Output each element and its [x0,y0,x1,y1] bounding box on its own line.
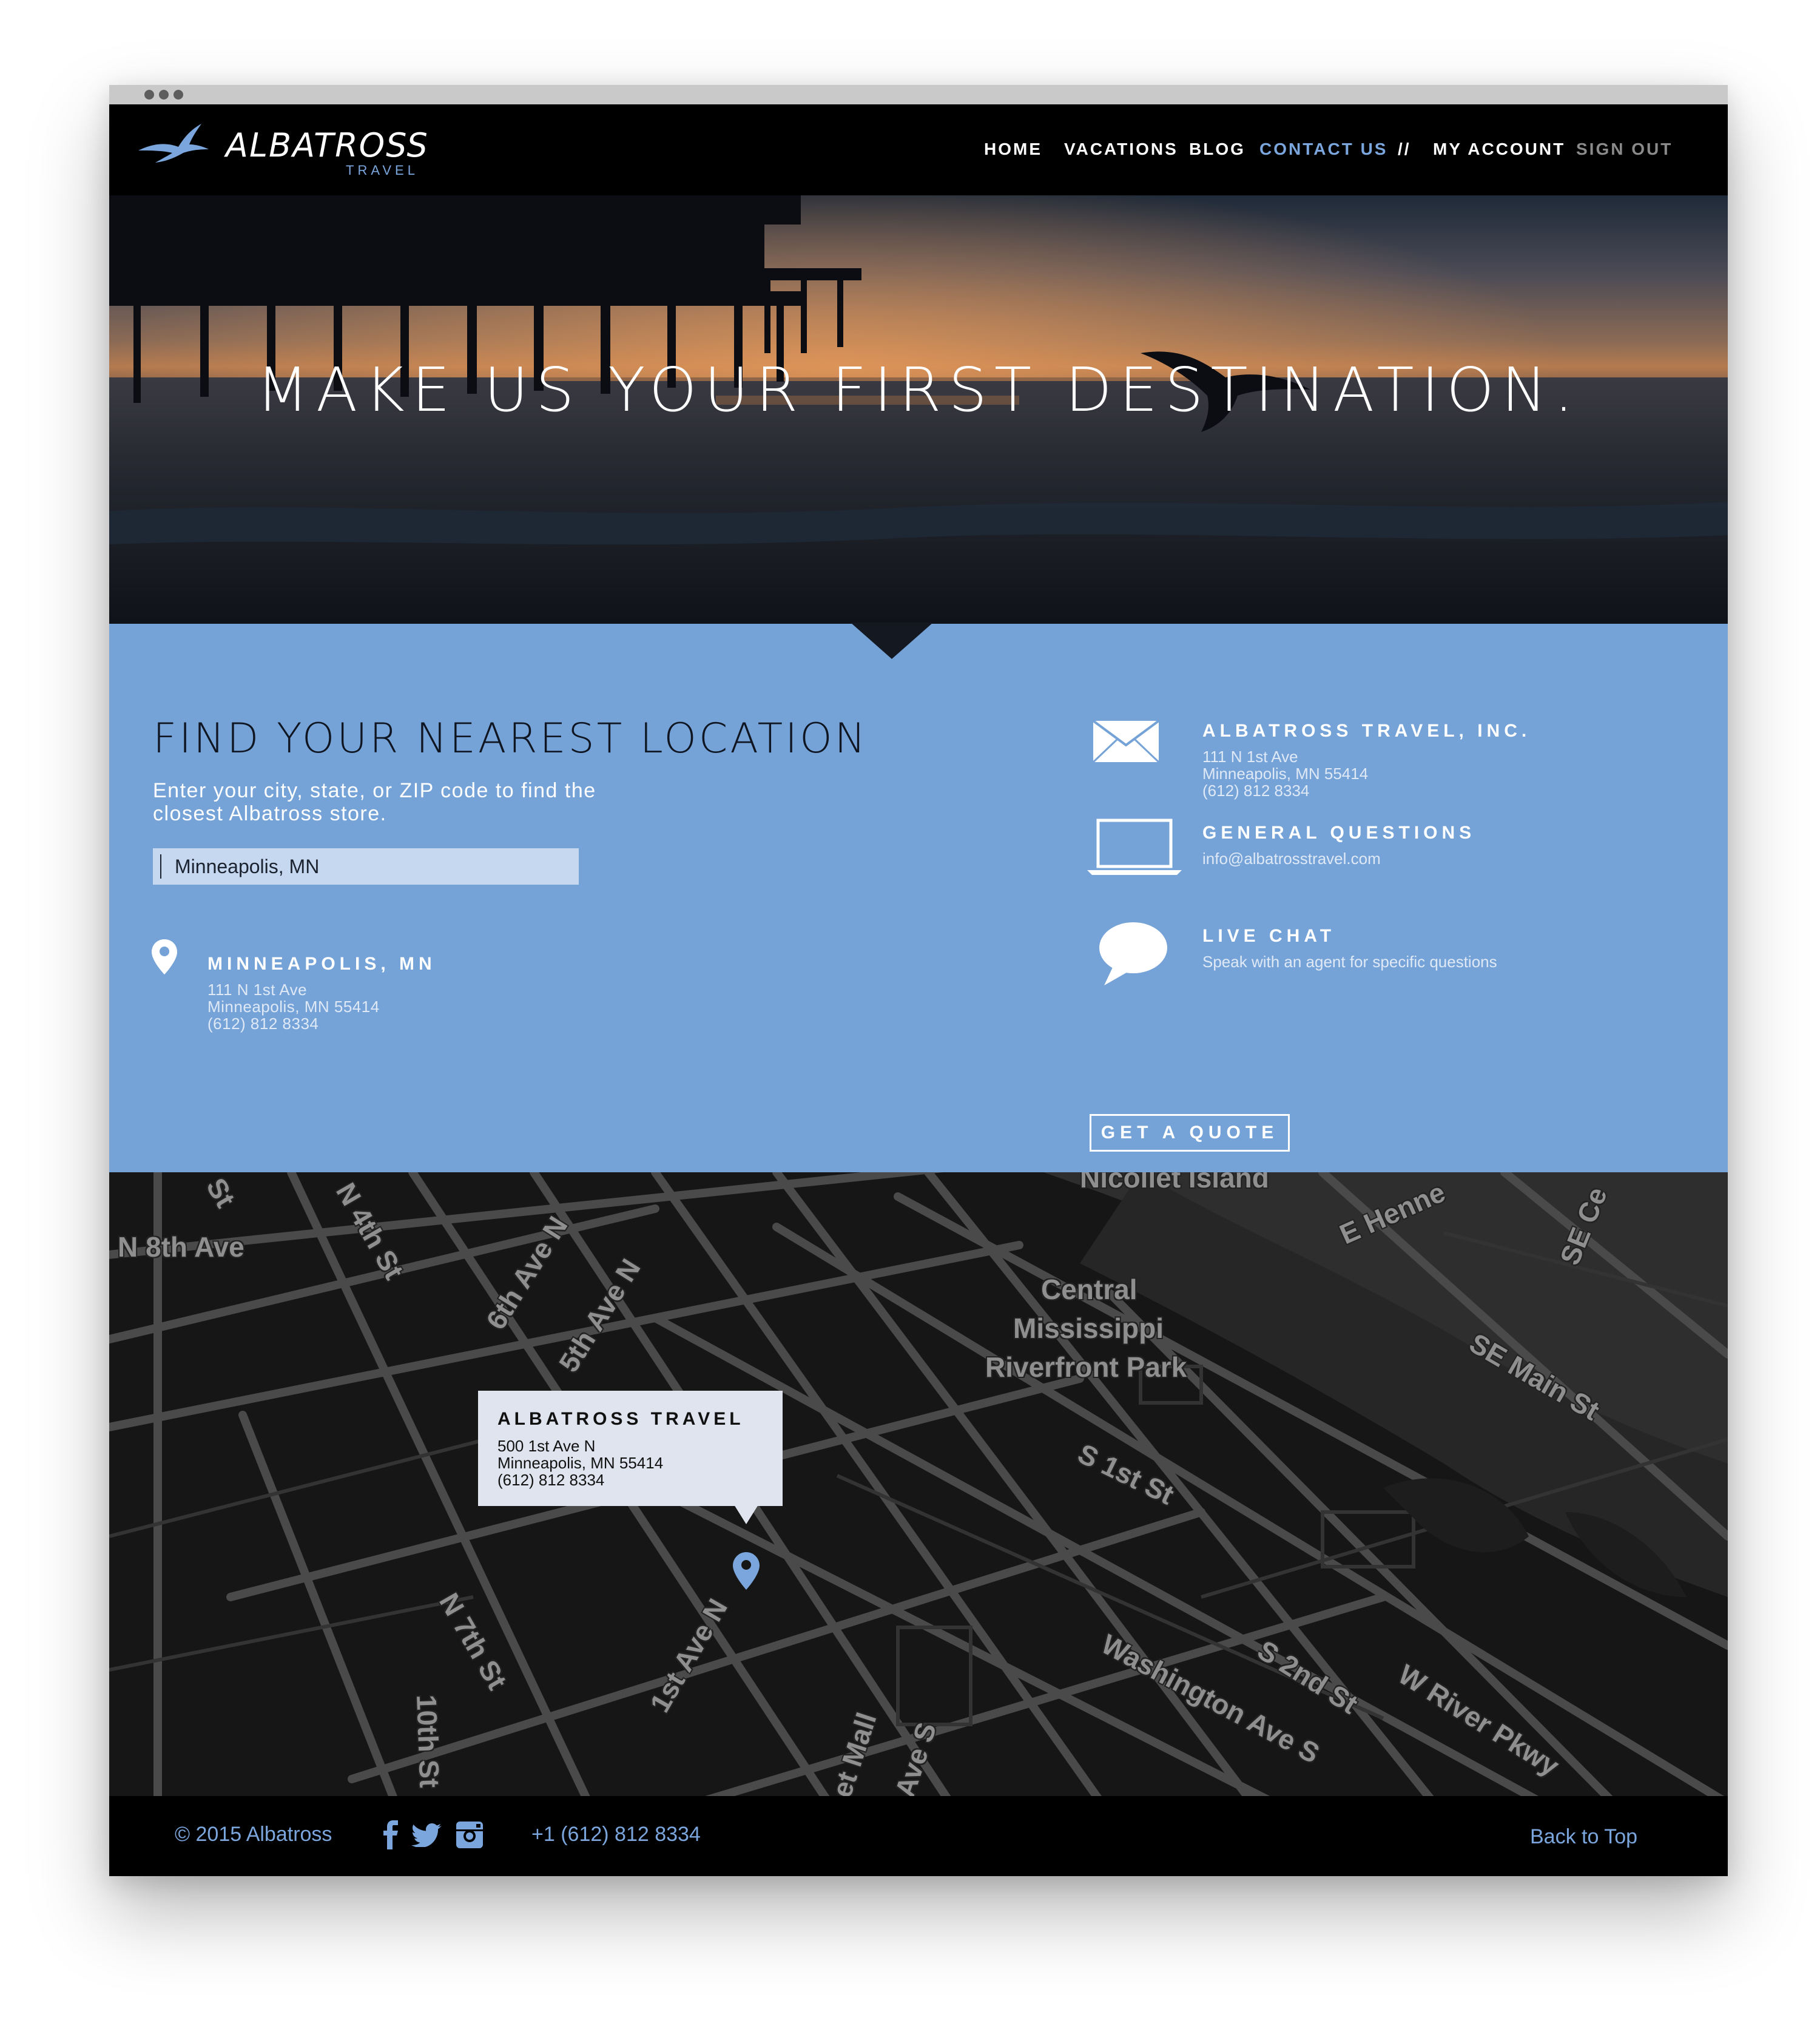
find-location-title: FIND YOUR NEAREST LOCATION [153,715,868,763]
company-title: ALBATROSS TRAVEL, INC. [1202,721,1531,741]
popup-title: ALBATROSS TRAVEL [497,1409,744,1429]
text-cursor [160,854,161,879]
location-search-input[interactable] [153,848,579,885]
nav-contact-us[interactable]: CONTACT US [1259,140,1387,159]
brand-subtitle: TRAVEL [346,163,419,178]
brand-name[interactable]: ALBATROSS [226,126,429,164]
contact-panel: FIND YOUR NEAREST LOCATION Enter your ci… [109,623,1728,1172]
live-chat-title[interactable]: LIVE CHAT [1202,926,1335,947]
facebook-icon[interactable] [383,1820,399,1849]
get-a-quote-button[interactable]: GET A QUOTE [1090,1114,1290,1152]
browser-window: ALBATROSS TRAVEL HOME VACATIONS BLOG CON… [109,85,1728,1876]
map-label: Nicollet Island [1080,1172,1269,1194]
map-roads [109,1172,1728,1796]
chat-bubble-icon [1099,922,1167,985]
window-chrome [109,85,1728,104]
nav-my-account[interactable]: MY ACCOUNT [1433,140,1565,159]
map-label: Riverfront Park [985,1351,1187,1383]
window-dot-icon[interactable] [159,90,169,100]
window-dot-icon[interactable] [174,90,183,100]
back-to-top-link[interactable]: Back to Top [1530,1825,1637,1849]
general-questions-email[interactable]: info@albatrosstravel.com [1202,849,1381,868]
map-label: Mississippi [1013,1312,1164,1344]
find-location-subtitle: Enter your city, state, or ZIP code to f… [153,779,699,825]
result-phone: (612) 812 8334 [207,1015,319,1033]
map-pin-icon[interactable] [733,1552,760,1590]
popup-city: Minneapolis, MN 55414 [497,1454,664,1472]
subtitle-line: closest Albatross store. [153,802,387,825]
company-phone: (612) 812 8334 [1202,782,1310,800]
hero-title: MAKE US YOUR FIRST DESTINATION. [256,354,1581,425]
location-pin-icon [152,939,177,974]
map-label: 10th St [411,1694,446,1789]
map-info-popup: ALBATROSS TRAVEL 500 1st Ave N Minneapol… [478,1391,783,1506]
nav-home[interactable]: HOME [984,140,1042,159]
laptop-icon [1087,819,1182,875]
top-navigation: ALBATROSS TRAVEL HOME VACATIONS BLOG CON… [109,104,1728,195]
popup-phone: (612) 812 8334 [497,1471,605,1489]
subtitle-line: Enter your city, state, or ZIP code to f… [153,779,596,802]
company-address: 111 N 1st Ave [1202,748,1298,766]
map-label: Central [1041,1274,1138,1305]
nav-blog[interactable]: BLOG [1189,140,1245,159]
albatross-bird-icon[interactable] [137,119,210,167]
nav-vacations[interactable]: VACATIONS [1064,140,1178,159]
instagram-icon[interactable] [456,1822,483,1848]
map-view[interactable]: N 8th Ave N 4th St 6th Ave N 5th Ave N N… [109,1172,1728,1796]
nav-separator: // [1398,140,1411,158]
company-city: Minneapolis, MN 55414 [1202,765,1369,783]
window-dot-icon[interactable] [144,90,154,100]
popup-address: 500 1st Ave N [497,1437,596,1455]
general-questions-title: GENERAL QUESTIONS [1202,823,1476,843]
footer-phone[interactable]: +1 (612) 812 8334 [531,1823,701,1846]
envelope-icon [1092,720,1160,763]
footer: © 2015 Albatross +1 (612) 812 8334 Back … [109,1796,1728,1876]
result-location-title[interactable]: MINNEAPOLIS, MN [207,954,436,974]
result-address: 111 N 1st Ave [207,981,308,999]
result-city: Minneapolis, MN 55414 [207,998,380,1016]
nav-sign-out[interactable]: SIGN OUT [1576,140,1673,159]
footer-copyright: © 2015 Albatross [175,1823,332,1846]
hero-notch [851,623,933,659]
twitter-icon[interactable] [411,1823,442,1847]
live-chat-text: Speak with an agent for specific questio… [1202,953,1497,971]
hero-banner: MAKE US YOUR FIRST DESTINATION. [109,195,1728,624]
popup-tail [734,1505,758,1524]
map-label: N 8th Ave [118,1231,244,1263]
